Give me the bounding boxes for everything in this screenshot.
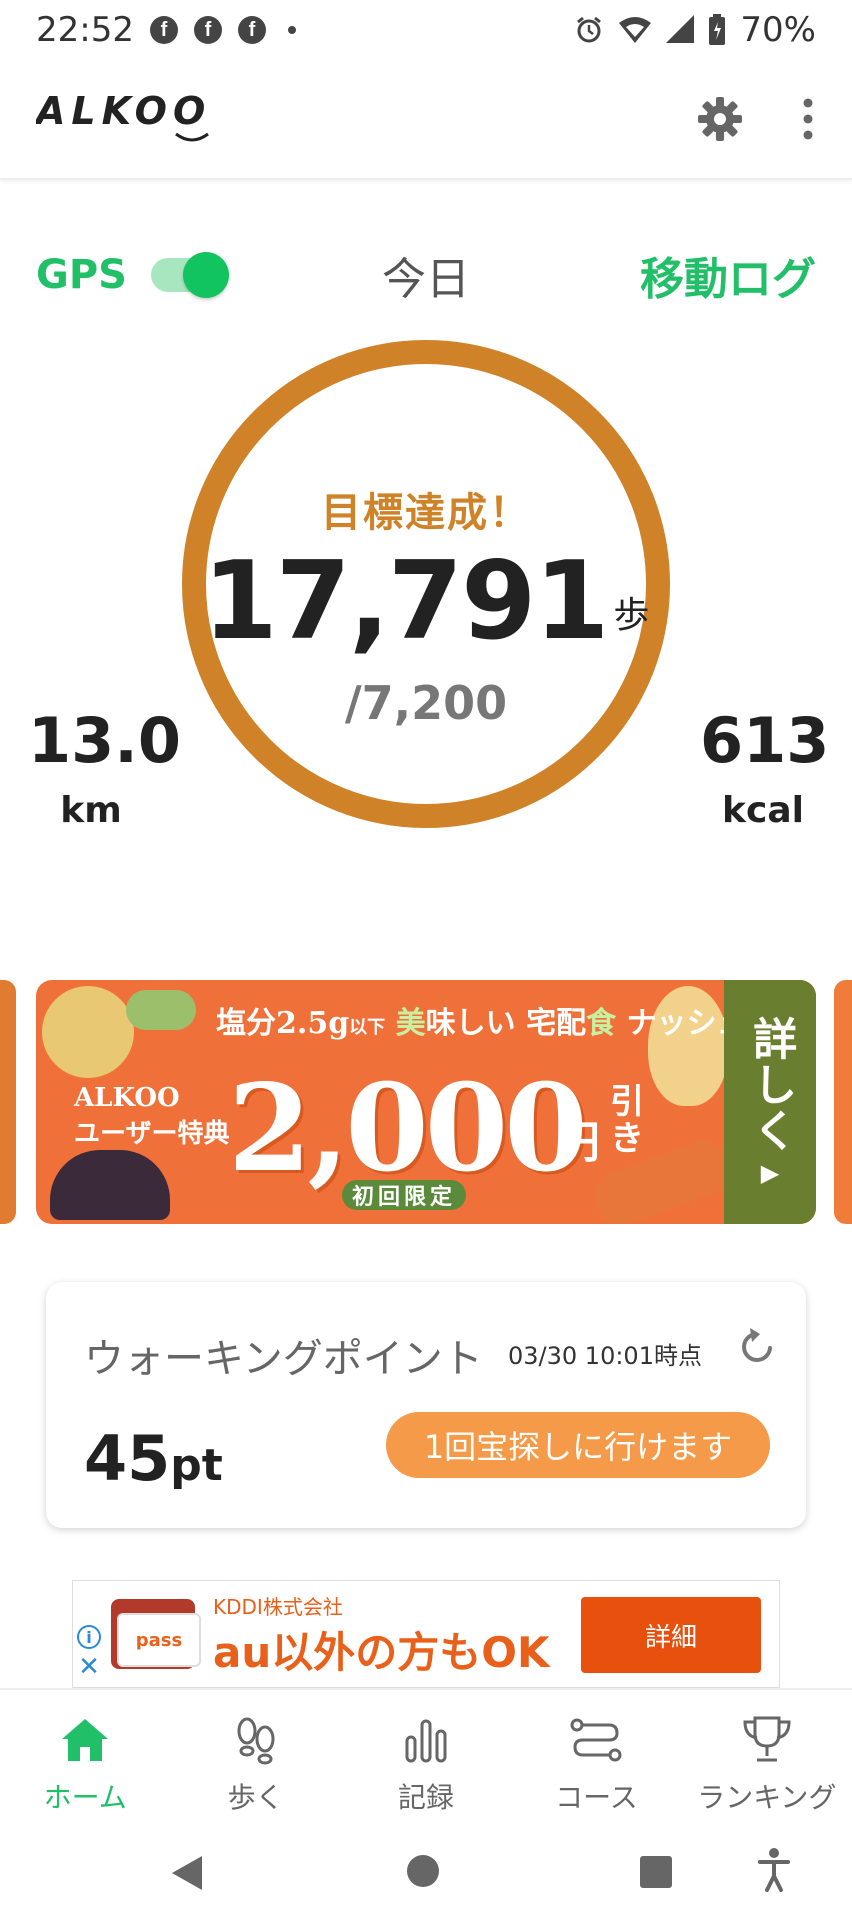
gear-icon[interactable] [696, 95, 744, 143]
svg-text:ALKOO: ALKOO [36, 89, 211, 133]
distance-stat: 13.0 km [28, 704, 181, 832]
battery-icon [709, 14, 726, 45]
home-button-icon[interactable] [406, 1854, 440, 1888]
distance-value: 13.0 [28, 704, 181, 777]
back-icon[interactable] [170, 1854, 204, 1892]
walking-points-card[interactable]: ウォーキングポイント 03/30 10:01時点 45pt 1回宝探しに行けます [46, 1282, 806, 1528]
play-arrow-icon: ▶ [760, 1159, 780, 1188]
status-bar: 22:52 f f f 70% [0, 0, 852, 60]
ad-close-icon[interactable]: ✕ [77, 1654, 101, 1680]
system-navigation-bar [0, 1826, 852, 1919]
banner-discount-label: 引き [610, 1082, 644, 1160]
home-icon [57, 1712, 113, 1768]
nav-course-label: コース [555, 1781, 638, 1814]
refresh-icon[interactable] [734, 1322, 782, 1370]
bean-illustration [126, 990, 196, 1030]
step-count: 17,791 [202, 539, 610, 664]
gps-row: GPS 今日 移動ログ [0, 240, 852, 310]
banner-discount-amount: 2,000 [228, 1058, 588, 1199]
bar-chart-icon [398, 1712, 454, 1768]
eggplant-illustration [50, 1150, 170, 1220]
banner-detail-button[interactable]: 詳しく ▶ [724, 980, 816, 1224]
goal-achieved-label: 目標達成！ [321, 490, 531, 536]
treasure-hunt-button[interactable]: 1回宝探しに行けます [386, 1412, 770, 1478]
points-number: 45 [84, 1422, 171, 1495]
bottom-navigation: ホーム 歩く 記録 コース ランキング [0, 1688, 852, 1826]
nav-walk[interactable]: 歩く [170, 1690, 340, 1826]
gps-toggle-knob [182, 252, 229, 298]
alkoo-logo: ALKOO [33, 89, 211, 142]
footprints-icon [228, 1712, 284, 1768]
accessibility-icon[interactable] [758, 1848, 790, 1892]
previous-banner-edge[interactable] [0, 980, 16, 1224]
facebook-icon: f [193, 16, 222, 44]
app-bar: ALKOO [0, 60, 852, 180]
route-icon [568, 1712, 624, 1768]
nav-ranking-label: ランキング [697, 1781, 837, 1814]
trophy-icon [739, 1712, 795, 1768]
walking-points-title: ウォーキングポイント [84, 1336, 483, 1382]
nav-records-label: 記録 [398, 1781, 455, 1814]
nav-walk-label: 歩く [227, 1781, 284, 1814]
promo-banner[interactable]: 塩分2.5g以下 美味しい 宅配食 ナッシュ ALKOO ユーザー特典 2,00… [36, 980, 816, 1224]
notification-dot-icon [287, 26, 296, 34]
step-unit: 歩 [613, 595, 650, 636]
gps-label: GPS [36, 252, 127, 298]
banner-yen-unit: 円 [556, 1117, 600, 1168]
nav-course[interactable]: コース [511, 1690, 681, 1826]
calories-stat: 613 kcal [700, 704, 830, 832]
banner-headline: 塩分2.5g以下 美味しい 宅配食 ナッシュ [216, 1006, 747, 1041]
banner-detail-label: 詳しく [745, 1016, 797, 1155]
facebook-icon: f [149, 16, 178, 44]
nav-home-label: ホーム [43, 1781, 127, 1814]
ad-detail-button[interactable]: 詳細 [581, 1597, 761, 1673]
points-updated-time: 03/30 10:01時点 [508, 1342, 702, 1370]
more-vert-icon[interactable] [800, 97, 816, 141]
calories-unit: kcal [722, 790, 804, 831]
nav-ranking[interactable]: ランキング [682, 1690, 852, 1826]
ad-info-icon[interactable]: i [77, 1625, 101, 1649]
nav-records[interactable]: 記録 [341, 1690, 511, 1826]
wifi-icon [619, 17, 652, 43]
promo-carousel[interactable]: 塩分2.5g以下 美味しい 宅配食 ナッシュ ALKOO ユーザー特典 2,00… [0, 980, 852, 1224]
banner-user-offer: ALKOO ユーザー特典 [74, 1083, 230, 1150]
signal-icon [666, 15, 695, 43]
step-goal: /7,200 [344, 676, 508, 730]
ad-banner[interactable]: i ✕ pass KDDI株式会社 au以外の方もOK 詳細 [72, 1580, 780, 1688]
points-unit: pt [170, 1440, 223, 1491]
facebook-icon: f [237, 16, 266, 44]
calories-value: 613 [700, 704, 830, 777]
next-banner-edge[interactable] [834, 980, 852, 1224]
battery-percentage: 70% [740, 10, 816, 50]
alarm-icon [577, 16, 602, 43]
points-value: 45pt [84, 1422, 223, 1495]
nav-home[interactable]: ホーム [0, 1690, 170, 1826]
movement-log-link[interactable]: 移動ログ [640, 243, 816, 307]
ad-headline: au以外の方もOK [213, 1628, 550, 1677]
step-progress-ring[interactable]: 目標達成！ 17,791 歩 /7,200 [182, 340, 670, 828]
status-time: 22:52 [36, 10, 134, 50]
ad-company: KDDI株式会社 [213, 1595, 343, 1619]
banner-first-time-badge: 初回限定 [342, 1180, 467, 1210]
ad-pass-card: pass [117, 1613, 201, 1667]
app-logo: ALKOO [33, 82, 236, 156]
potato-illustration [42, 986, 134, 1078]
distance-unit: km [60, 790, 122, 831]
gps-toggle[interactable] [150, 252, 229, 298]
recents-icon[interactable] [640, 1856, 672, 1888]
